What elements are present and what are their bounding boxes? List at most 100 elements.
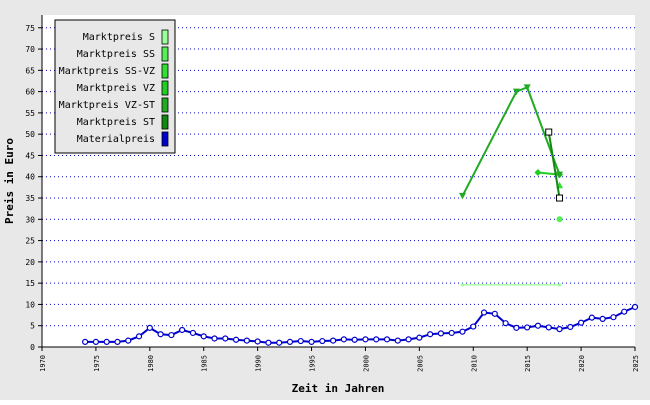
data-point (286, 338, 294, 345)
y-tick-label: 15 (25, 279, 35, 288)
y-tick-label: 40 (25, 173, 35, 182)
y-tick-label: 70 (25, 45, 35, 54)
data-point (502, 320, 509, 327)
data-point (254, 338, 261, 345)
data-point (308, 338, 315, 345)
x-tick-label: 1985 (201, 355, 209, 372)
data-point (394, 337, 401, 344)
data-point (211, 335, 218, 342)
x-tick-label: 2000 (362, 355, 370, 372)
series-marktpreis-ss (556, 216, 563, 223)
data-point (621, 308, 628, 315)
data-point (557, 283, 562, 287)
data-point (631, 303, 639, 311)
data-point (448, 329, 455, 337)
price-chart: 0 5 10 15 20 25 30 35 40 45 50 55 60 65 70 75 1970 1975 1… (0, 0, 650, 400)
data-point (427, 331, 434, 338)
legend-label: Materialpreis (77, 134, 155, 145)
y-tick-label: 60 (25, 88, 35, 97)
legend-swatch (161, 29, 169, 45)
x-tick-label: 2020 (578, 355, 586, 372)
data-point (524, 324, 531, 331)
data-point (330, 337, 337, 344)
data-point (610, 314, 617, 321)
data-point (189, 329, 197, 337)
legend-swatch (161, 131, 169, 147)
data-point (567, 323, 574, 331)
y-tick-label: 0 (30, 343, 35, 352)
y-tick-label: 10 (25, 300, 35, 309)
data-point (416, 334, 423, 341)
data-point (545, 324, 552, 331)
x-tick-label: 2005 (416, 355, 424, 372)
data-point (125, 337, 132, 344)
legend-label: Marktpreis SS (77, 49, 155, 60)
legend-label: Marktpreis ST (77, 117, 155, 128)
data-point (92, 338, 100, 345)
data-point (103, 338, 110, 345)
data-point (362, 336, 369, 343)
legend-label: Marktpreis VZ-ST (59, 100, 155, 111)
data-point (222, 335, 229, 342)
x-tick-label: 1970 (39, 355, 47, 372)
x-tick-label: 2025 (632, 355, 640, 372)
legend-swatch (161, 63, 169, 79)
y-axis-label: Preis in Euro (3, 138, 16, 224)
x-tick-label: 1975 (93, 355, 101, 372)
data-point (340, 336, 347, 343)
data-point (265, 339, 272, 346)
y-tick-label: 55 (25, 109, 35, 118)
x-tick-label: 2015 (524, 355, 532, 372)
x-axis-label: Zeit in Jahren (292, 382, 385, 395)
legend-label: Marktpreis SS-VZ (59, 66, 155, 77)
x-tick-label: 1990 (255, 355, 263, 372)
x-tick-label: 1995 (309, 355, 317, 372)
data-point (157, 331, 164, 338)
data-point (460, 283, 465, 287)
data-point (383, 336, 391, 343)
y-tick-label: 35 (25, 194, 35, 203)
legend-swatch (161, 46, 169, 62)
y-tick-label: 75 (25, 24, 35, 33)
legend-label: Marktpreis S (83, 32, 155, 43)
data-point (179, 326, 186, 334)
data-point (200, 333, 207, 340)
y-tick-label: 25 (25, 237, 35, 246)
data-point (480, 309, 488, 316)
data-point (588, 314, 595, 321)
data-point (297, 337, 304, 345)
y-tick-label: 65 (25, 66, 35, 75)
x-tick-label: 2010 (470, 355, 478, 372)
data-point (513, 324, 520, 331)
data-point (545, 128, 553, 136)
data-point (232, 336, 240, 343)
data-point (470, 323, 477, 330)
legend-label: Marktpreis VZ (77, 83, 155, 94)
data-point (276, 339, 283, 346)
data-point (459, 328, 466, 335)
data-point (556, 326, 563, 333)
legend-swatch (161, 80, 169, 96)
x-tick-label: 1980 (147, 355, 155, 372)
data-point (114, 338, 121, 345)
y-tick-label: 20 (25, 258, 35, 267)
legend-swatch (161, 97, 169, 113)
data-point (491, 310, 498, 317)
data-point (135, 333, 143, 340)
y-tick-label: 45 (25, 151, 35, 160)
chart-canvas: 051015202530354045505560657075 1970 1975 1… (0, 0, 650, 400)
data-point (556, 194, 564, 202)
y-tick-label: 5 (30, 322, 35, 331)
data-point (599, 315, 606, 323)
legend: Marktpreis S Marktpreis SS Marktpreis SS-V… (54, 19, 176, 154)
data-point (146, 324, 153, 331)
data-point (168, 331, 175, 339)
data-point (534, 322, 542, 329)
legend-swatch (161, 114, 169, 130)
data-point (373, 336, 380, 343)
y-tick-label: 30 (25, 215, 35, 224)
data-point (405, 336, 412, 343)
data-point (437, 330, 445, 337)
data-point (243, 337, 250, 344)
data-point (351, 336, 358, 343)
